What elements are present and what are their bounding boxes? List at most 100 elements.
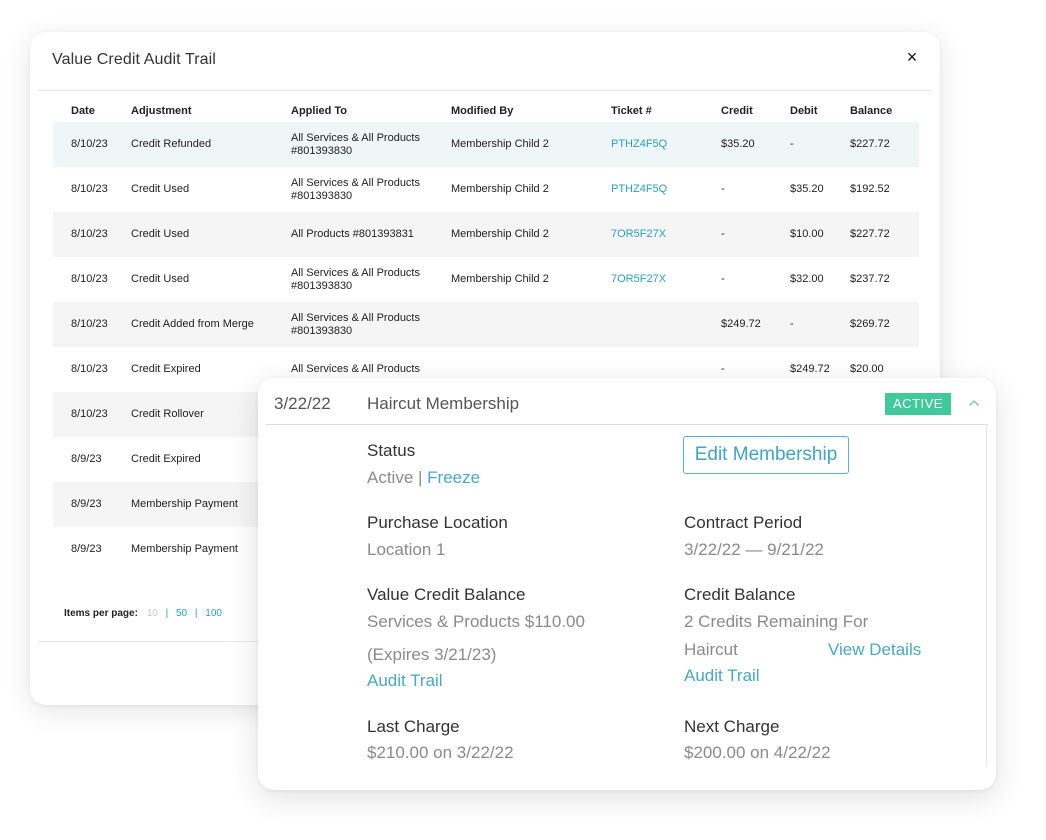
cell-adjustment: Membership Payment	[131, 543, 238, 555]
cell-date: 8/10/23	[71, 273, 108, 285]
view-details-link[interactable]: View Details	[828, 640, 921, 660]
value-credit-audit-trail-link[interactable]: Audit Trail	[367, 671, 443, 691]
cell-credit: -	[721, 273, 725, 285]
cell-credit: -	[703, 212, 772, 257]
separator: |	[194, 608, 198, 619]
column-header-debit[interactable]: Debit	[772, 100, 832, 122]
column-header-date[interactable]: Date	[53, 100, 113, 122]
card-right-edge	[986, 424, 987, 766]
cell-adjustment: Credit Used	[113, 212, 273, 257]
value-credit-balance-label: Value Credit Balance	[367, 585, 526, 604]
cell-date: 8/10/23	[53, 302, 113, 347]
cell-modified-by	[433, 302, 593, 347]
cell-modified-by: Membership Child 2	[451, 183, 549, 195]
status-value: Active | Freeze	[367, 468, 480, 488]
applied-to-line: All Products #801393831	[291, 228, 414, 240]
applied-to-line: All Services & All Products	[291, 266, 420, 279]
cell-balance: $269.72	[832, 302, 919, 347]
cell-date: 8/10/23	[53, 392, 113, 437]
title-divider	[38, 90, 932, 91]
table-row[interactable]: 8/10/23 Credit Used All Products #80139383…	[53, 212, 919, 257]
chevron-up-icon[interactable]	[966, 395, 982, 411]
applied-to-line: #801393830	[291, 144, 353, 157]
ticket-link[interactable]: 7OR5F27X	[611, 273, 666, 285]
applied-to-line: #801393830	[291, 324, 353, 337]
applied-to-line: #801393830	[291, 279, 353, 292]
next-charge-label: Next Charge	[684, 717, 780, 736]
cell-adjustment: Membership Payment	[113, 482, 273, 527]
table-row[interactable]: 8/10/23 Credit Added from Merge All Servic…	[53, 302, 919, 347]
cell-applied-to: All Services & All Products #801393830	[273, 122, 433, 167]
page-size-option-50[interactable]: 50	[176, 608, 187, 619]
cell-adjustment: Credit Rollover	[113, 392, 273, 437]
cell-balance: $192.52	[850, 183, 890, 195]
cell-adjustment: Credit Used	[131, 273, 190, 285]
table-row[interactable]: 8/10/23 Credit Refunded All Services & All…	[53, 122, 919, 167]
cell-applied-to: All Services & All Products #801393830	[273, 167, 433, 212]
column-header-adjustment[interactable]: Adjustment	[113, 100, 273, 122]
close-icon[interactable]: ×	[902, 47, 922, 67]
page-size-option-100[interactable]: 100	[205, 608, 222, 619]
separator: |	[165, 608, 169, 619]
cell-date: 8/10/23	[53, 122, 113, 167]
ticket-link[interactable]: PTHZ4F5Q	[611, 138, 667, 150]
cell-ticket: PTHZ4F5Q	[593, 167, 703, 212]
cell-date: 8/10/23	[53, 212, 113, 257]
cell-adjustment: Credit Expired	[131, 363, 201, 375]
freeze-link[interactable]: Freeze	[427, 468, 480, 487]
cell-adjustment: Credit Used	[131, 183, 190, 195]
applied-to-line: All Services & All Products	[291, 176, 420, 189]
cell-modified-by: Membership Child 2	[433, 122, 593, 167]
table-row[interactable]: 8/10/23 Credit Used All Services & All Pro…	[53, 257, 919, 302]
status-label: Status	[367, 441, 416, 460]
column-header-credit[interactable]: Credit	[703, 100, 772, 122]
cell-debit: -	[772, 302, 832, 347]
membership-card: 3/22/22 Haircut Membership ACTIVE Status…	[258, 378, 996, 790]
modal-title: Value Credit Audit Trail	[52, 51, 216, 68]
ticket-link[interactable]: 7OR5F27X	[611, 228, 666, 240]
ticket-link[interactable]: PTHZ4F5Q	[611, 183, 667, 195]
cell-ticket	[593, 302, 703, 347]
cell-applied-to: All Services & All Products #801393830	[273, 257, 433, 302]
cell-modified-by: Membership Child 2	[451, 273, 549, 285]
column-header-balance[interactable]: Balance	[832, 100, 919, 122]
cell-adjustment: Credit Refunded	[113, 122, 273, 167]
cell-applied-to: All Services & All Products #801393830	[273, 302, 433, 347]
cell-credit: $35.20	[703, 122, 772, 167]
column-header-applied-to[interactable]: Applied To	[273, 100, 433, 122]
cell-ticket: 7OR5F27X	[593, 212, 703, 257]
column-header-modified-by[interactable]: Modified By	[433, 100, 593, 122]
applied-to-line: #801393830	[291, 189, 353, 202]
applied-to-line: All Services & All Products	[291, 363, 420, 375]
status-text: Active |	[367, 468, 423, 487]
card-divider	[266, 424, 988, 425]
cell-balance: $237.72	[850, 273, 890, 285]
applied-to-line: All Services & All Products	[291, 311, 420, 324]
contract-period-label: Contract Period	[684, 513, 803, 532]
cell-credit: $249.72	[703, 302, 772, 347]
membership-name: Haircut Membership	[367, 394, 520, 413]
cell-debit: -	[772, 122, 832, 167]
purchase-location-label: Purchase Location	[367, 513, 508, 532]
contract-period-value: 3/22/22 — 9/21/22	[684, 540, 824, 559]
applied-to-line: All Services & All Products	[291, 131, 420, 144]
page-size-current: 10	[146, 608, 158, 619]
cell-adjustment: Credit Added from Merge	[113, 302, 273, 347]
membership-date: 3/22/22	[274, 394, 331, 413]
cell-debit: $32.00	[790, 273, 824, 285]
cell-date: 8/9/23	[71, 543, 102, 555]
items-per-page: Items per page: 10 | 50 | 100	[64, 608, 222, 619]
cell-ticket: PTHZ4F5Q	[593, 122, 703, 167]
value-credit-balance-amount: Services & Products $110.00	[367, 612, 585, 631]
cell-date: 8/10/23	[71, 183, 108, 195]
cell-debit: $35.20	[790, 183, 824, 195]
column-header-ticket[interactable]: Ticket #	[593, 100, 703, 122]
value-credit-expiry: (Expires 3/21/23)	[367, 645, 497, 664]
credit-audit-trail-link[interactable]: Audit Trail	[684, 666, 760, 686]
cell-modified-by: Membership Child 2	[433, 212, 593, 257]
edit-membership-button[interactable]: Edit Membership	[683, 436, 849, 474]
cell-date: 8/9/23	[53, 482, 113, 527]
table-row[interactable]: 8/10/23 Credit Used All Services & All Pro…	[53, 167, 919, 212]
status-badge: ACTIVE	[885, 393, 951, 415]
last-charge-value: $210.00 on 3/22/22	[367, 743, 514, 762]
